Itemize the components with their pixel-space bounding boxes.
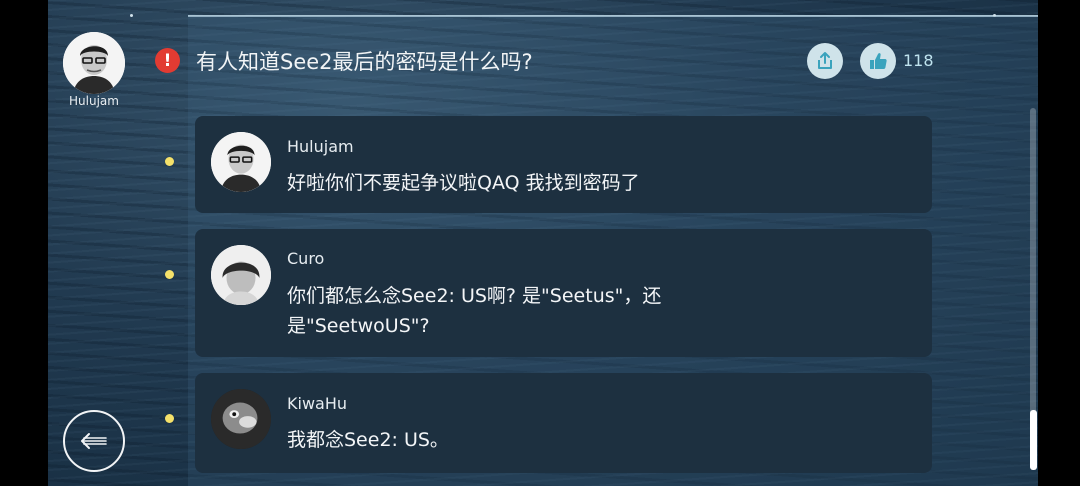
thumbs-up-icon	[870, 53, 887, 69]
reply-card: KiwaHu 我都念See2: US。	[195, 373, 932, 473]
reply-card: Hulujam 好啦你们不要起争议啦QAQ 我找到密码了	[195, 116, 932, 213]
like-count: 118	[903, 51, 934, 70]
like-button[interactable]	[860, 43, 896, 79]
reply-avatar[interactable]	[211, 245, 271, 305]
back-button[interactable]	[63, 410, 125, 472]
scrollbar-thumb[interactable]	[1030, 410, 1037, 470]
reply-avatar[interactable]	[211, 132, 271, 192]
reply-author: Hulujam	[287, 137, 354, 156]
reply-avatar[interactable]	[211, 389, 271, 449]
reply-text: 好啦你们不要起争议啦QAQ 我找到密码了	[287, 172, 640, 194]
back-arrow-icon	[81, 433, 107, 449]
exclamation-icon: !	[155, 48, 180, 73]
reply-text: 我都念See2: US。	[287, 429, 449, 451]
reply-card: Curo 你们都怎么念See2: US啊? 是"Seetus"，还是"Seetw…	[195, 229, 932, 357]
share-button[interactable]	[807, 43, 843, 79]
poster-name: Hulujam	[69, 94, 119, 108]
decor-dot	[130, 14, 133, 17]
thread-question: 有人知道See2最后的密码是什么吗?	[196, 50, 533, 74]
reply-author: KiwaHu	[287, 394, 347, 413]
reply-bullet	[165, 414, 174, 423]
reply-text: 你们都怎么念See2: US啊? 是"Seetus"，还是"SeetwoUS"?	[287, 285, 662, 337]
poster-avatar[interactable]	[63, 32, 125, 94]
reply-author: Curo	[287, 249, 325, 268]
reply-bullet	[165, 270, 174, 279]
share-icon	[818, 52, 832, 69]
reply-bullet	[165, 157, 174, 166]
